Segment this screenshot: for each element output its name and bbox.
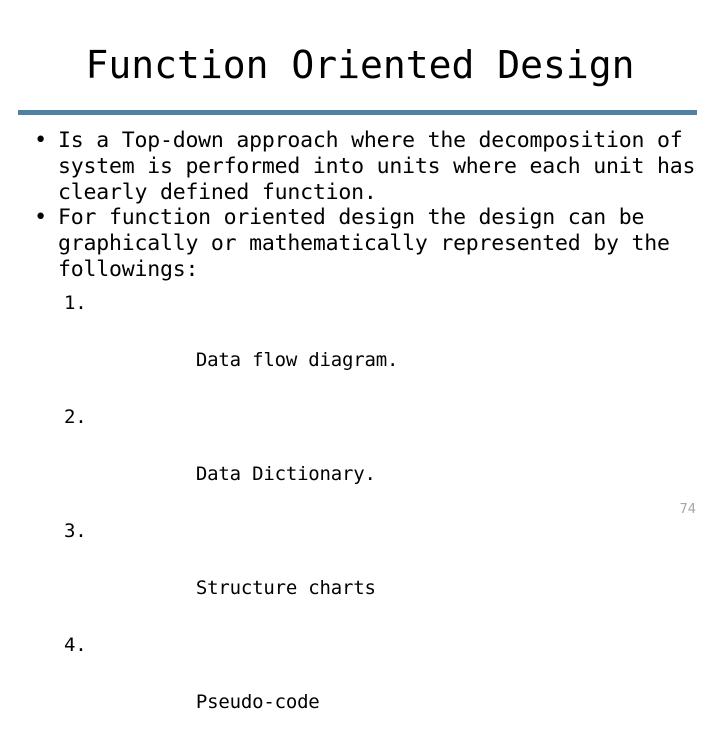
list-item: 4. Pseudo-code — [24, 631, 704, 745]
list-item-label: Data flow diagram. — [195, 348, 399, 371]
bullet-icon: • — [34, 205, 48, 231]
list-item-label: Pseudo-code — [195, 690, 320, 713]
list-item-label: Structure charts — [195, 576, 376, 599]
slide-body: • Is a Top-down approach where the decom… — [24, 128, 704, 745]
list-item-number: 2. — [64, 405, 87, 428]
title-divider — [18, 110, 697, 115]
list-item: 1. Data flow diagram. — [24, 289, 704, 403]
list-item: • Is a Top-down approach where the decom… — [24, 128, 704, 205]
list-item-number: 3. — [64, 519, 87, 542]
bullet-text: Is a Top-down approach where the decompo… — [58, 128, 708, 205]
page-title: Function Oriented Design — [85, 43, 635, 87]
list-item: 3. Structure charts — [24, 517, 704, 631]
page-number: 74 — [679, 502, 696, 517]
list-item-number: 4. — [64, 633, 87, 656]
numbered-list: 1. Data flow diagram. 2. Data Dictionary… — [24, 289, 704, 745]
presentation-slide: Function Oriented Design • Is a Top-down… — [0, 0, 720, 713]
bullet-icon: • — [34, 128, 48, 153]
list-item-label: Data Dictionary. — [195, 462, 376, 485]
bullet-text: For function oriented design the design … — [58, 205, 683, 282]
list-item: 2. Data Dictionary. — [24, 403, 704, 517]
list-item: • For function oriented design the desig… — [24, 205, 704, 282]
list-item-number: 1. — [64, 291, 87, 314]
